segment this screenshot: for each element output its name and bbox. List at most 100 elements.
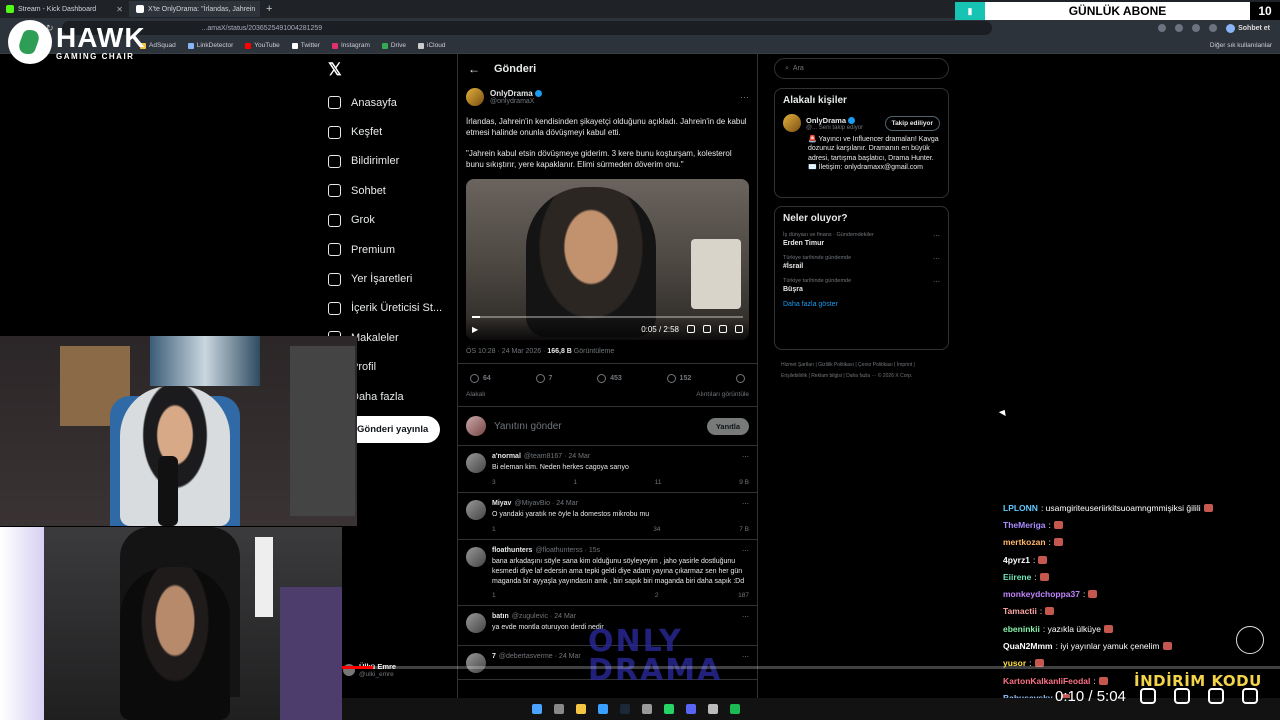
chat-username[interactable]: ebeninkii — [1003, 624, 1040, 634]
discord-icon[interactable] — [686, 704, 696, 714]
avatar[interactable] — [783, 114, 801, 132]
autoplay-toggle-icon[interactable] — [1236, 626, 1264, 654]
avatar[interactable] — [466, 613, 486, 634]
more-options-icon[interactable]: ⋯ — [742, 453, 749, 461]
view-count[interactable]: 9 B — [739, 479, 749, 486]
volume-icon[interactable] — [1140, 688, 1156, 704]
nav-item-bookmark[interactable]: Yer İşaretleri — [328, 264, 442, 293]
bookmark-item[interactable]: YouTube — [245, 42, 280, 49]
show-more-link[interactable]: Daha fazla göster — [783, 301, 940, 308]
play-icon[interactable]: ▶ — [472, 325, 478, 334]
related-name[interactable]: OnlyDrama — [806, 116, 846, 125]
repost-count[interactable]: 1 — [573, 479, 577, 486]
reply-button[interactable]: 64 — [470, 374, 491, 384]
settings-icon[interactable] — [703, 325, 711, 334]
author-name[interactable]: OnlyDrama — [490, 89, 533, 98]
avatar[interactable] — [466, 653, 486, 674]
nav-item-search[interactable]: Keşfet — [328, 117, 442, 146]
avatar[interactable] — [466, 88, 484, 106]
x-logo-icon[interactable]: 𝕏 — [328, 60, 342, 80]
chat-username[interactable]: 4pyrz1 — [1003, 555, 1030, 565]
url-field[interactable]: ...amaX/status/2036525491004281259 — [61, 21, 992, 35]
post-button[interactable]: Gönderi yayınla — [345, 416, 440, 443]
miniplayer-icon[interactable] — [1208, 688, 1224, 704]
share-button[interactable] — [735, 374, 745, 384]
reply-input[interactable]: Yanıtını gönder — [494, 421, 562, 432]
folder-icon[interactable] — [576, 704, 586, 714]
chat-username[interactable]: KartonKalkanliFeodal — [1003, 676, 1090, 686]
spotify-icon[interactable] — [730, 704, 740, 714]
extension-icon[interactable] — [1158, 24, 1167, 32]
profile-icon[interactable] — [1209, 24, 1218, 32]
extension-icon[interactable] — [1192, 24, 1201, 32]
chat-username[interactable]: QuaN2Mmm — [1003, 641, 1053, 651]
like-count[interactable]: 11 — [655, 479, 662, 486]
tab-x-post[interactable]: X'te OnlyDrama: "İrlandas, Jahrein ✕ — [130, 1, 260, 17]
reply-item[interactable]: a'normal @team8167 · 24 Mar ⋯ Bi eleman kim… — [458, 446, 757, 494]
whatsapp-icon[interactable] — [664, 704, 674, 714]
like-count[interactable]: 2 — [655, 592, 659, 599]
fullscreen-icon[interactable] — [1242, 688, 1258, 704]
more-options-icon[interactable]: ⋯ — [742, 500, 749, 508]
more-options-icon[interactable]: ⋯ — [742, 653, 749, 661]
nav-item-mail[interactable]: Sohbet — [328, 176, 442, 205]
more-options-icon[interactable]: ⋯ — [740, 92, 749, 103]
related-person[interactable]: OnlyDrama @... Seni takip ediyor Takip e… — [783, 114, 940, 132]
reply-author[interactable]: 7 — [492, 653, 496, 661]
nav-item-grok[interactable]: Grok — [328, 206, 442, 235]
footer-links[interactable]: Hizmet Şartları | Gizlilik Politikası | … — [781, 360, 941, 382]
chat-username[interactable]: Eiirene — [1003, 572, 1031, 582]
bookmark-item[interactable]: Instagram — [331, 42, 370, 49]
bookmark-item[interactable]: iCloud — [418, 42, 445, 49]
chat-username[interactable]: mertkozan — [1003, 537, 1046, 547]
video-player[interactable]: ▶ 0:05 / 2:58 — [466, 179, 749, 341]
trend-item[interactable]: Türkiye tarihinde gündemde Büşra ⋯ — [783, 278, 940, 293]
reply-item[interactable]: Miyav @MiyavBio · 24 Mar ⋯ O yandaki yaratı… — [458, 493, 757, 541]
bookmark-item[interactable]: Drive — [381, 42, 406, 49]
relevant-sort[interactable]: Alakalı — [466, 391, 486, 398]
new-tab-icon[interactable]: + — [260, 3, 278, 15]
bookmark-item[interactable]: LinkDetector — [187, 42, 233, 49]
trend-item[interactable]: Türkiye tarihinde gündemde #İsrail ⋯ — [783, 255, 940, 270]
avatar[interactable] — [466, 500, 486, 521]
more-options-icon[interactable]: ⋯ — [742, 547, 749, 555]
more-options-icon[interactable]: ⋯ — [933, 255, 940, 263]
tab-kick-dashboard[interactable]: Stream - Kick Dashboard ✕ — [0, 1, 130, 17]
chat-username[interactable]: Tamactii — [1003, 606, 1037, 616]
chat-username[interactable]: TheMeriga — [1003, 520, 1046, 530]
app-icon[interactable] — [708, 704, 718, 714]
like-count[interactable]: 34 — [653, 526, 660, 533]
view-quotes-link[interactable]: Alıntıları görüntüle — [696, 391, 749, 398]
nav-item-home[interactable]: Anasayfa — [328, 88, 442, 117]
youtube-progress-bar[interactable] — [342, 666, 1280, 669]
avatar[interactable] — [466, 453, 486, 474]
reply-author[interactable]: floathunters — [492, 547, 532, 555]
bookmark-button[interactable]: 152 — [666, 374, 691, 384]
back-arrow-icon[interactable]: ← — [468, 62, 480, 76]
app-icon[interactable] — [642, 704, 652, 714]
more-options-icon[interactable]: ⋯ — [933, 232, 940, 240]
trend-item[interactable]: İş dünyası ve finans · Gündemdekiler Erde… — [783, 232, 940, 247]
reply-count[interactable]: 1 — [492, 592, 496, 599]
avatar[interactable] — [466, 547, 486, 568]
reply-author[interactable]: Miyav — [492, 500, 511, 508]
search-input[interactable]: ⌕ Ara — [774, 58, 949, 79]
extension-icon[interactable] — [1175, 24, 1184, 32]
other-bookmarks[interactable]: Diğer sık kullanılanlar — [1210, 42, 1280, 49]
more-options-icon[interactable]: ⋯ — [933, 278, 940, 286]
pip-icon[interactable] — [719, 325, 727, 334]
close-tab-icon[interactable]: ✕ — [116, 5, 123, 14]
reply-author[interactable]: batın — [492, 613, 509, 621]
repost-button[interactable]: 7 — [535, 374, 552, 384]
reply-item[interactable]: floathunters @floathunterss · 15s ⋯ bana ar… — [458, 540, 757, 607]
chat-username[interactable]: monkeydchoppa37 — [1003, 589, 1080, 599]
settings-gear-icon[interactable] — [1174, 688, 1190, 704]
nav-item-bell[interactable]: Bildirimler — [328, 147, 442, 176]
copilot-chat-button[interactable]: Sohbet et — [1226, 23, 1270, 33]
reply-submit-button[interactable]: Yanıtla — [706, 417, 749, 435]
nav-item-premium[interactable]: Premium — [328, 235, 442, 264]
bookmark-item[interactable]: Twitter — [291, 42, 320, 49]
view-count[interactable]: 187 — [738, 592, 749, 599]
reply-count[interactable]: 3 — [492, 479, 496, 486]
view-count[interactable]: 7 B — [739, 526, 749, 533]
